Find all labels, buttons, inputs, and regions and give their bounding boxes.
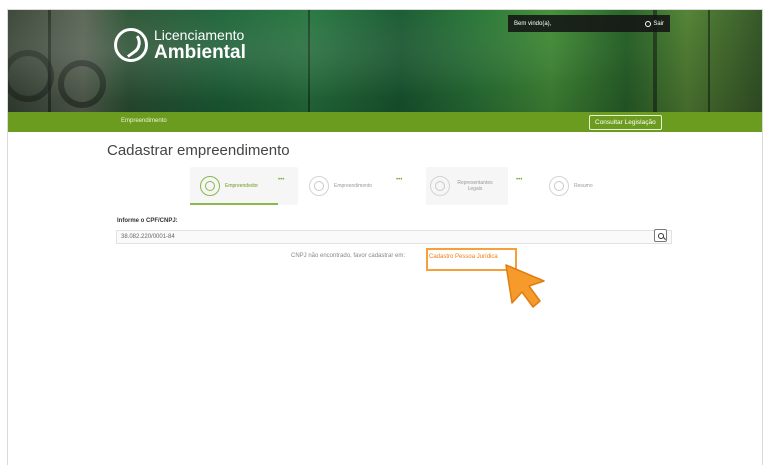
main-nav: Empreendimento Consultar Legislação xyxy=(8,112,762,132)
step-label: Empreendedor xyxy=(225,182,259,189)
welcome-text: Bem vindo(a), xyxy=(514,20,552,27)
app-logo[interactable]: Licenciamento Ambiental xyxy=(114,28,246,62)
pointer-arrow-icon xyxy=(505,264,545,308)
step-label: Representantes Legais xyxy=(457,179,493,193)
step-separator: ••• xyxy=(396,177,403,183)
logo-title-line1: Licenciamento xyxy=(154,27,245,43)
search-icon xyxy=(657,232,664,239)
browser-viewport: Licenciamento Ambiental Bem vindo(a), Sa… xyxy=(7,9,763,465)
consult-legislation-button[interactable]: Consultar Legislação xyxy=(589,115,662,130)
step-label: Empreendimento xyxy=(334,182,373,189)
cadastro-pj-link[interactable]: Cadastro Pessoa Jurídica xyxy=(429,254,498,260)
step-label: Resumo xyxy=(574,182,593,189)
wizard-stepper: Empreendedor ••• Empreendimento ••• Repr… xyxy=(190,167,610,207)
cpf-cnpj-input[interactable] xyxy=(121,231,641,243)
step-empreendedor[interactable]: Empreendedor xyxy=(200,176,258,196)
power-icon xyxy=(645,20,652,27)
step-separator: ••• xyxy=(278,177,285,183)
step-separator: ••• xyxy=(516,177,523,183)
user-bar: Bem vindo(a), Sair xyxy=(508,15,670,32)
people-circle-icon xyxy=(430,176,450,196)
page-title: Cadastrar empreendimento xyxy=(107,142,290,159)
step-representantes[interactable]: Representantes Legais xyxy=(430,176,495,196)
step-resumo[interactable]: Resumo xyxy=(549,176,593,196)
logo-title-line2: Ambiental xyxy=(154,42,246,63)
step-empreendimento[interactable]: Empreendimento xyxy=(309,176,372,196)
logout-button[interactable]: Sair xyxy=(645,20,664,27)
star-circle-icon xyxy=(549,176,569,196)
user-circle-icon xyxy=(200,176,220,196)
search-button[interactable] xyxy=(654,229,667,242)
not-found-message: CNPJ não encontrado, favor cadastrar em: xyxy=(291,253,406,259)
header-banner: Licenciamento Ambiental Bem vindo(a), Sa… xyxy=(8,10,762,112)
building-circle-icon xyxy=(309,176,329,196)
leaf-logo-icon xyxy=(114,28,148,62)
cpf-cnpj-label: Informe o CPF/CNPJ: xyxy=(117,218,178,224)
cpf-cnpj-field[interactable] xyxy=(116,230,672,244)
active-step-indicator xyxy=(190,203,278,205)
nav-item-empreendimento[interactable]: Empreendimento xyxy=(121,118,167,124)
logout-label: Sair xyxy=(653,20,664,27)
